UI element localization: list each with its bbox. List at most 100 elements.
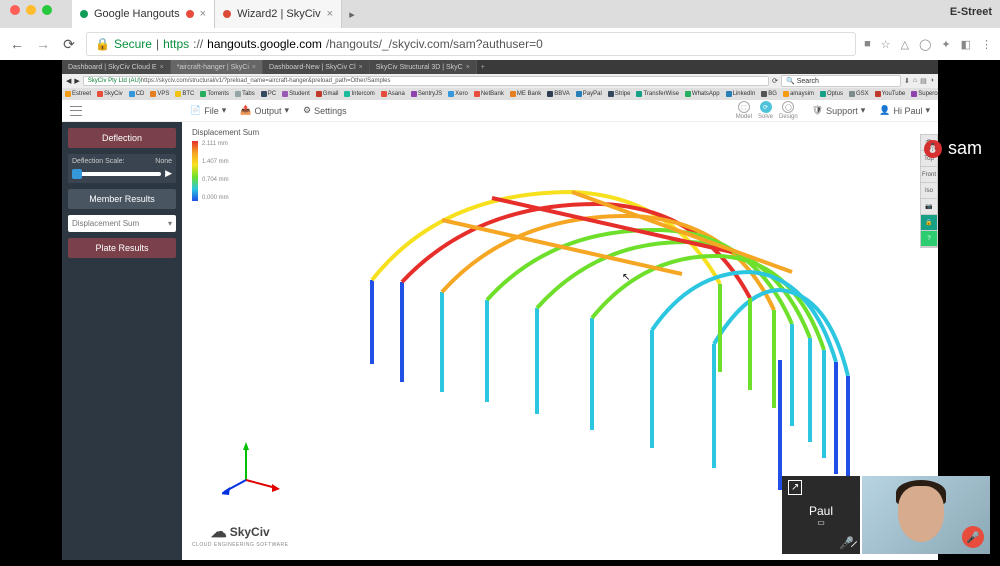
firefox-new-tab[interactable]: + bbox=[477, 60, 489, 74]
download-icon[interactable]: ⬇ bbox=[904, 77, 910, 85]
bookmark[interactable]: Asana bbox=[378, 91, 408, 97]
url-path: /hangouts/_/skyciv.com/sam?authuser=0 bbox=[326, 37, 543, 51]
bookmark[interactable]: BTC bbox=[172, 91, 197, 97]
mac-close[interactable] bbox=[10, 5, 20, 15]
reload-icon[interactable]: ⟳ bbox=[772, 77, 778, 85]
deflection-slider[interactable] bbox=[72, 172, 161, 176]
back-icon[interactable]: ◀ bbox=[66, 77, 71, 85]
extension-icon[interactable]: ✦ bbox=[941, 38, 950, 51]
bookmark[interactable]: SkyCiv bbox=[94, 91, 126, 97]
bookmark[interactable]: Supercoach bbox=[908, 91, 938, 97]
bookmark[interactable]: LinkedIn bbox=[723, 91, 759, 97]
bookmark[interactable]: Tabs bbox=[232, 91, 258, 97]
chrome-tab-skyciv[interactable]: Wizard2 | SkyCiv × bbox=[215, 0, 342, 28]
firefox-url-bar[interactable]: SkyCiv Pty Ltd (AU) https://skyciv.com/s… bbox=[83, 76, 769, 86]
pocket-icon[interactable]: ◑ bbox=[930, 77, 934, 85]
settings-menu[interactable]: ⚙ Settings bbox=[303, 105, 347, 116]
firefox-search[interactable]: 🔍 Search bbox=[781, 75, 901, 87]
menu-icon[interactable] bbox=[70, 106, 82, 116]
forward-icon[interactable]: ▶ bbox=[74, 77, 79, 85]
stage-model[interactable]: ⬚Model bbox=[736, 101, 752, 120]
self-camera-tile[interactable]: 🎤 bbox=[862, 476, 990, 554]
bookmark[interactable]: Intercom bbox=[341, 91, 377, 97]
bookmark[interactable]: BBVA bbox=[544, 91, 573, 97]
bookmark[interactable]: CD bbox=[126, 91, 148, 97]
back-button[interactable]: ← bbox=[8, 36, 26, 52]
plate-results-button[interactable]: Plate Results bbox=[68, 238, 176, 258]
stage-solve[interactable]: ⟳Solve bbox=[758, 101, 773, 120]
output-menu[interactable]: 📤 Output ▾ bbox=[240, 105, 289, 116]
close-icon[interactable]: × bbox=[359, 64, 363, 71]
member-results-button[interactable]: Member Results bbox=[68, 189, 176, 209]
camera-icon[interactable]: ■ bbox=[864, 38, 871, 50]
file-menu[interactable]: 📄 File ▾ bbox=[190, 105, 226, 116]
mic-off-button[interactable]: 🎤 bbox=[962, 526, 984, 548]
bookmark[interactable]: Gmail bbox=[313, 91, 342, 97]
bookmark[interactable]: Estreet bbox=[62, 91, 94, 97]
bookmark[interactable]: TransferWise bbox=[633, 91, 681, 97]
extension-icon[interactable]: ◧ bbox=[961, 38, 971, 51]
extension-icon[interactable]: △ bbox=[901, 38, 909, 51]
view-iso-button[interactable]: Iso bbox=[921, 183, 937, 199]
reload-button[interactable]: ⟳ bbox=[60, 36, 78, 53]
participant-tile-paul[interactable]: ↗ Paul ▭ 🎤̷ bbox=[782, 476, 860, 554]
bookmark[interactable]: Student bbox=[279, 91, 313, 97]
bookmark[interactable]: amaysim bbox=[780, 91, 817, 97]
result-type-select[interactable]: Displacement Sum▾ bbox=[68, 215, 176, 232]
user-menu[interactable]: 👤 Hi Paul ▾ bbox=[879, 105, 930, 116]
lock-button[interactable]: 🔒 bbox=[921, 215, 937, 231]
bookmark[interactable]: NetBank bbox=[471, 91, 507, 97]
mac-fullscreen[interactable] bbox=[42, 5, 52, 15]
stage-design[interactable]: ◯Design bbox=[779, 101, 798, 120]
firefox-toolbar: ◀ ▶ SkyCiv Pty Ltd (AU) https://skyciv.c… bbox=[62, 74, 938, 88]
star-icon[interactable]: ☆ bbox=[881, 38, 891, 51]
mac-traffic-lights[interactable] bbox=[10, 5, 52, 15]
firefox-tab[interactable]: *aircraft-hanger | SkyCi× bbox=[171, 60, 263, 74]
forward-button[interactable]: → bbox=[34, 36, 52, 52]
folder-icon[interactable]: ▤ bbox=[920, 77, 927, 85]
bookmark[interactable]: BG bbox=[758, 91, 780, 97]
color-legend: Displacement Sum 2.111 mm 1.407 mm 0.704… bbox=[192, 128, 259, 209]
view-front-button[interactable]: Front bbox=[921, 167, 937, 183]
firefox-tab[interactable]: SkyCiv Structural 3D | SkyC× bbox=[370, 60, 477, 74]
slider-thumb[interactable] bbox=[72, 169, 82, 179]
firefox-tab[interactable]: Dashboard | SkyCiv Cloud E× bbox=[62, 60, 171, 74]
bookmark[interactable]: SentryJS bbox=[408, 91, 445, 97]
shared-screen-area: Dashboard | SkyCiv Cloud E× *aircraft-ha… bbox=[0, 60, 1000, 566]
help-button[interactable]: ? bbox=[921, 231, 937, 247]
extension-icon[interactable]: ◯ bbox=[919, 38, 931, 51]
play-icon[interactable]: ▶ bbox=[165, 168, 172, 179]
close-icon[interactable]: × bbox=[466, 64, 470, 71]
left-panel: Deflection Deflection Scale:None ▶ Membe… bbox=[62, 122, 182, 560]
close-icon[interactable]: × bbox=[200, 8, 206, 20]
close-icon[interactable]: × bbox=[327, 8, 333, 20]
firefox-tab[interactable]: Dashboard-New | SkyCiv Cl× bbox=[263, 60, 370, 74]
bookmark[interactable]: WhatsApp bbox=[682, 91, 723, 97]
bookmark[interactable]: Optus bbox=[817, 91, 846, 97]
bookmark[interactable]: Xero bbox=[445, 91, 471, 97]
skyciv-icon bbox=[223, 10, 231, 18]
screenshot-button[interactable]: 📷 bbox=[921, 199, 937, 215]
home-icon[interactable]: ⌂ bbox=[913, 77, 917, 85]
chrome-menu-icon[interactable]: ⋮ bbox=[981, 38, 992, 51]
bookmark[interactable]: GSX bbox=[846, 91, 872, 97]
hangouts-icon bbox=[80, 10, 88, 18]
bookmark[interactable]: VPS bbox=[147, 91, 172, 97]
deflection-button[interactable]: Deflection bbox=[68, 128, 176, 148]
close-icon[interactable]: × bbox=[252, 64, 256, 71]
bookmark[interactable]: PC bbox=[258, 91, 279, 97]
new-tab-button[interactable]: ▸ bbox=[342, 8, 362, 21]
secure-label: Secure bbox=[114, 37, 152, 51]
bookmark[interactable]: Torrents bbox=[197, 91, 232, 97]
chrome-tab-hangouts[interactable]: Google Hangouts × bbox=[72, 0, 215, 28]
mac-minimize[interactable] bbox=[26, 5, 36, 15]
bookmark[interactable]: Stripe bbox=[605, 91, 634, 97]
close-icon[interactable]: × bbox=[160, 64, 164, 71]
address-bar[interactable]: 🔒 Secure | https :// hangouts.google.com… bbox=[86, 32, 856, 56]
bookmark[interactable]: PayPal bbox=[573, 91, 605, 97]
firefox-tabs: Dashboard | SkyCiv Cloud E× *aircraft-ha… bbox=[62, 60, 938, 74]
bookmark[interactable]: YouTube bbox=[872, 91, 909, 97]
support-menu[interactable]: 🛡 Support ▾ bbox=[812, 105, 866, 116]
bookmark[interactable]: ME Bank bbox=[507, 91, 544, 97]
app-topbar: 📄 File ▾ 📤 Output ▾ ⚙ Settings ⬚Model ⟳S… bbox=[62, 100, 938, 122]
